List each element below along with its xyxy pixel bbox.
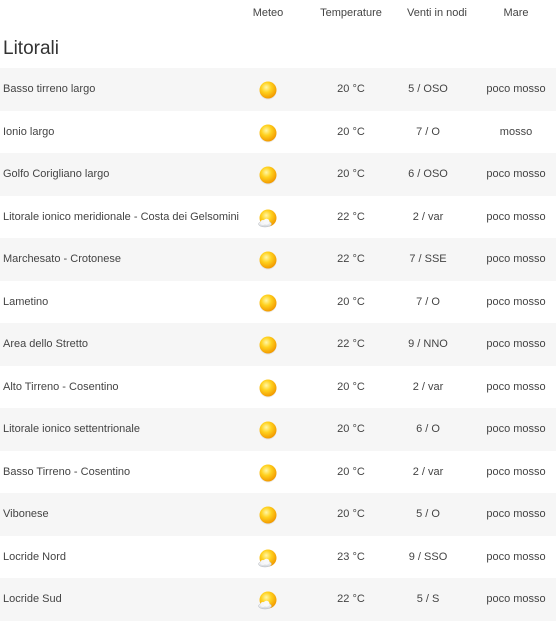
temperature-value: 20 °C [337,83,365,95]
temperature-value: 20 °C [337,465,365,478]
table-row: Lametino 20 °C 7 / O poco mosso [0,280,556,323]
temperature-value: 20 °C [337,168,365,180]
temperature-value: 22 °C [337,210,365,223]
column-header-sea: Mare [503,7,529,19]
location-name: Golfo Corigliano largo [3,168,110,180]
table-row: Litorale ionico settentrionale 20 °C 6 / O… [0,408,556,451]
wind-value: 5 / S [416,593,440,605]
sea-state: poco mosso [486,83,546,95]
wind-value: 2 / var [412,465,444,478]
sun-icon [257,377,279,399]
sun-cloud-icon [257,547,279,569]
temperature-value: 20 °C [337,295,365,308]
column-header-wind: Venti in nodi [407,7,467,19]
location-name: Basso tirreno largo [3,83,96,95]
table-row: Basso Tirreno - Cosentino 20 °C 2 / var poc… [0,450,556,493]
sea-state: poco mosso [486,593,546,605]
location-name: Litorale ionico settentrionale [3,423,140,435]
wind-value: 7 / O [416,295,440,308]
location-name: Marchesato - Crotonese [3,253,121,265]
wind-value: 5 / O [416,508,440,520]
location-name: Litorale ionico meridionale - Costa dei … [3,210,240,223]
location-name: Vibonese [3,508,49,520]
temperature-value: 20 °C [337,423,365,435]
sun-icon [257,164,279,186]
table-row: Locride Nord 23 °C 9 / SSO poco mosso [0,535,556,578]
wind-value: 6 / O [416,423,440,435]
wind-value: 7 / O [416,125,440,138]
sea-state: poco mosso [486,423,546,435]
wind-value: 9 / NNO [408,338,448,350]
temperature-value: 22 °C [337,253,365,265]
table-row: Golfo Corigliano largo 20 °C 6 / OSO poco m… [0,153,556,196]
temperature-value: 20 °C [337,125,365,138]
sun-cloud-icon [257,589,279,611]
location-name: Basso Tirreno - Cosentino [3,465,131,478]
sea-state: poco mosso [486,550,546,563]
table-header: Meteo Temperature Venti in nodi Mare [0,0,556,30]
sea-state: poco mosso [486,210,546,223]
sea-state: poco mosso [486,380,546,393]
sea-state: poco mosso [486,295,546,308]
location-name: Locride Nord [3,550,66,563]
sun-icon [257,334,279,356]
table-row: Litorale ionico meridionale - Costa dei … [0,195,556,238]
location-name: Lametino [3,295,49,308]
sun-icon [257,504,279,526]
wind-value: 6 / OSO [408,168,448,180]
sea-state: poco mosso [486,508,546,520]
sun-icon [257,292,279,314]
table-row: Area dello Stretto 22 °C 9 / NNO poco mosso [0,323,556,366]
temperature-value: 22 °C [337,593,365,605]
sun-icon [257,419,279,441]
forecast-table: Basso tirreno largo 20 °C 5 / OSO poco moss… [0,68,556,621]
temperature-value: 20 °C [337,508,365,520]
location-name: Ionio largo [3,125,55,138]
table-row: Vibonese 20 °C 5 / O poco mosso [0,493,556,536]
wind-value: 2 / var [412,210,444,223]
temperature-value: 23 °C [337,550,365,563]
column-header-meteo: Meteo [252,7,284,19]
sun-icon [257,122,279,144]
section-title: Litorali [3,38,59,59]
table-row: Basso tirreno largo 20 °C 5 / OSO poco moss… [0,68,556,111]
wind-value: 5 / OSO [408,83,448,95]
table-row: Ionio largo 20 °C 7 / O mosso [0,110,556,153]
sea-state: poco mosso [486,465,546,478]
temperature-value: 20 °C [337,380,365,393]
sea-state: mosso [499,125,533,138]
location-name: Locride Sud [3,593,62,605]
wind-value: 7 / SSE [409,253,447,265]
wind-value: 9 / SSO [408,550,448,563]
sea-state: poco mosso [486,338,546,350]
location-name: Area dello Stretto [3,338,88,350]
column-header-temperature: Temperature [320,7,382,19]
wind-value: 2 / var [412,380,444,393]
sea-state: poco mosso [486,253,546,265]
sun-icon [257,249,279,271]
location-name: Alto Tirreno - Cosentino [3,380,119,393]
sun-icon [257,462,279,484]
sun-cloud-icon [257,207,279,229]
sun-icon [257,79,279,101]
temperature-value: 22 °C [337,338,365,350]
table-row: Marchesato - Crotonese 22 °C 7 / SSE poco m… [0,238,556,281]
sea-state: poco mosso [486,168,546,180]
table-row: Alto Tirreno - Cosentino 20 °C 2 / var poco… [0,365,556,408]
table-row: Locride Sud 22 °C 5 / S poco mosso [0,578,556,621]
